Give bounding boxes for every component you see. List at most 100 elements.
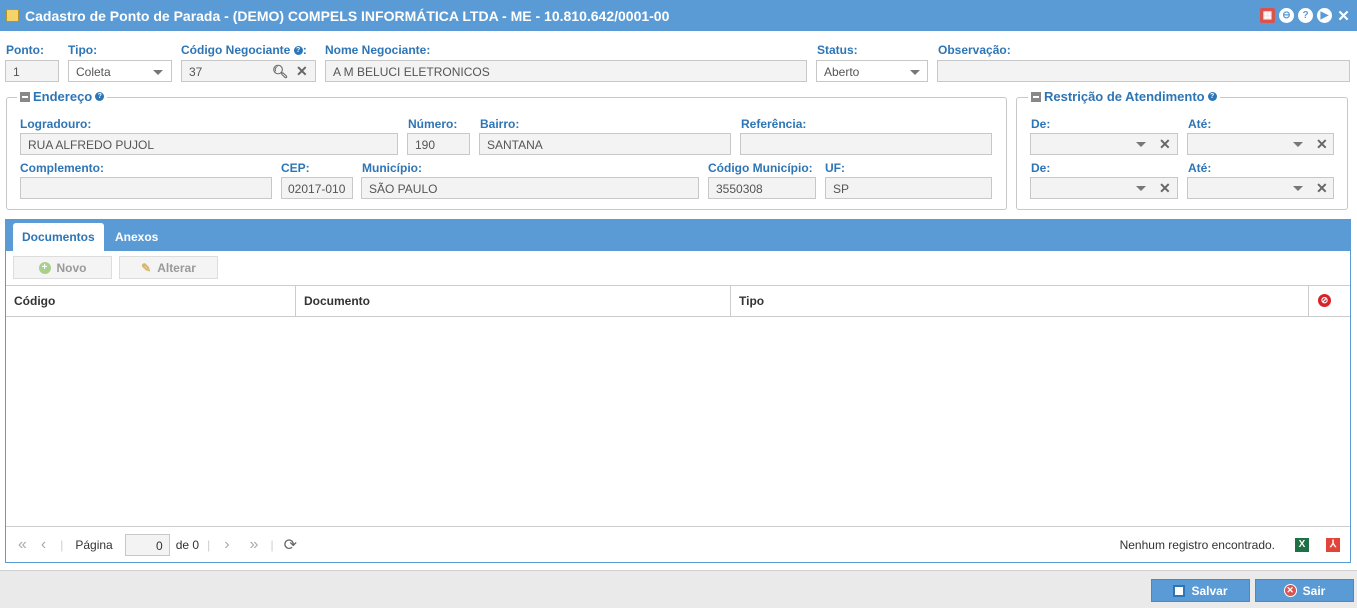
endereco-legend-text: Endereço (33, 89, 93, 104)
chevron-down-icon[interactable] (1293, 186, 1303, 191)
sair-button[interactable]: ✕ Sair (1255, 579, 1354, 602)
status-value: Aberto (824, 65, 860, 79)
ate1-label: Até: (1188, 117, 1212, 131)
ate1-field[interactable] (1187, 133, 1334, 155)
codigo-municipio-label: Código Município: (708, 161, 813, 175)
municipio-label: Município: (362, 161, 422, 175)
exit-icon: ✕ (1283, 584, 1297, 597)
uf-field[interactable]: SP (825, 177, 992, 199)
save-icon (1173, 584, 1186, 597)
codigo-negociante-label: Código Negociante ?: (181, 43, 307, 57)
alterar-label: Alterar (157, 260, 196, 275)
nome-negociante-field[interactable]: A M BELUCI ELETRONICOS (325, 60, 807, 82)
title-bar: Cadastro de Ponto de Parada - (DEMO) COM… (0, 0, 1357, 31)
municipio-field[interactable]: SÃO PAULO (361, 177, 699, 199)
complemento-label: Complemento: (20, 161, 104, 175)
cep-field[interactable]: 02017-010 (281, 177, 353, 199)
edit-icon (6, 9, 19, 22)
column-header-codigo[interactable]: Código (6, 286, 296, 316)
pagina-label: Página (75, 537, 113, 552)
bairro-field[interactable]: SANTANA (479, 133, 731, 155)
status-text: Nenhum registro encontrado. (1119, 537, 1275, 552)
ponto-field[interactable]: 1 (5, 60, 59, 82)
logradouro-field[interactable]: RUA ALFREDO PUJOL (20, 133, 398, 155)
tabs-bar: Documentos Anexos (6, 220, 1350, 251)
chevron-down-icon[interactable] (1136, 142, 1146, 147)
pager: « ‹ | Página 0 de 0 | › » | ⟳ Nenhum reg… (6, 526, 1350, 562)
salvar-label: Salvar (1191, 583, 1228, 598)
help-icon[interactable]: ? (1207, 92, 1217, 101)
excel-icon[interactable]: X (1295, 537, 1309, 552)
status-label: Status: (817, 43, 858, 57)
page-of-text: de 0 (175, 537, 200, 552)
numero-field[interactable]: 190 (407, 133, 470, 155)
page-input[interactable]: 0 (124, 533, 170, 556)
window-title: Cadastro de Ponto de Parada - (DEMO) COM… (25, 7, 670, 24)
help-icon[interactable]: ? (95, 92, 105, 101)
referencia-field[interactable] (740, 133, 992, 155)
footer: Salvar ✕ Sair (0, 570, 1357, 608)
uf-label: UF: (825, 161, 845, 175)
edit-icon: ✎ (141, 260, 152, 275)
collapse-icon[interactable] (1031, 91, 1041, 102)
observacao-label: Observação: (938, 43, 1011, 57)
codigo-municipio-field[interactable]: 3550308 (708, 177, 816, 199)
calendar-icon[interactable]: ▦ (1260, 8, 1275, 23)
refresh-icon[interactable]: ⟳ (284, 535, 297, 555)
clear-icon[interactable]: ✕ (1316, 181, 1328, 195)
close-icon[interactable]: ✕ (1336, 8, 1351, 25)
add-icon: + (38, 261, 51, 274)
restricao-legend-text: Restrição de Atendimento (1044, 89, 1205, 104)
tipo-value: Coleta (76, 65, 111, 79)
observacao-field[interactable] (937, 60, 1350, 82)
bairro-label: Bairro: (480, 117, 520, 131)
separator: | (60, 537, 64, 552)
clear-filter-icon[interactable]: ⊘ (1318, 294, 1331, 307)
clear-icon[interactable]: ✕ (1159, 181, 1171, 195)
column-header-documento[interactable]: Documento (296, 286, 731, 316)
de1-label: De: (1031, 117, 1051, 131)
collapse-icon[interactable] (20, 91, 30, 102)
prev-page-icon[interactable]: ‹ (41, 536, 46, 554)
codigo-negociante-label-text: Código Negociante (181, 43, 291, 57)
next-page-icon[interactable]: › (224, 536, 229, 554)
play-icon[interactable]: ▶ (1317, 8, 1332, 23)
complemento-field[interactable] (20, 177, 272, 199)
nome-negociante-label: Nome Negociante: (325, 43, 431, 57)
chevron-down-icon[interactable] (910, 70, 920, 75)
separator: | (207, 537, 211, 552)
de1-field[interactable] (1030, 133, 1178, 155)
tipo-label: Tipo: (68, 43, 98, 57)
salvar-button[interactable]: Salvar (1151, 579, 1250, 602)
de2-field[interactable] (1030, 177, 1178, 199)
first-page-icon[interactable]: « (18, 536, 27, 554)
pdf-icon[interactable]: ⅄ (1326, 537, 1340, 552)
search-icon[interactable]: 🔍︎ (272, 65, 289, 79)
restricao-legend[interactable]: Restrição de Atendimento ? (1028, 89, 1220, 104)
tab-documentos[interactable]: Documentos (13, 223, 104, 251)
chevron-down-icon[interactable] (153, 70, 163, 75)
last-page-icon[interactable]: » (250, 536, 259, 554)
chevron-down-icon[interactable] (1293, 142, 1303, 147)
window-controls: ▦ ⊖ ? ▶ ✕ (1260, 8, 1351, 25)
separator: | (270, 537, 274, 552)
tabs-panel: Documentos Anexos + Novo ✎ Alterar Códig… (5, 219, 1351, 563)
clear-icon[interactable]: ✕ (1159, 137, 1171, 151)
help-icon[interactable]: ? (1298, 8, 1313, 23)
sair-label: Sair (1302, 583, 1326, 598)
column-header-tipo[interactable]: Tipo (731, 286, 1309, 316)
clear-icon[interactable]: ✕ (1316, 137, 1328, 151)
clear-icon[interactable]: ✕ (296, 64, 308, 78)
ate2-label: Até: (1188, 161, 1212, 175)
ate2-field[interactable] (1187, 177, 1334, 199)
alterar-button[interactable]: ✎ Alterar (119, 256, 218, 279)
tab-anexos[interactable]: Anexos (106, 223, 167, 251)
grid-header: Código Documento Tipo ⊘ (6, 285, 1350, 317)
minimize-icon[interactable]: ⊖ (1279, 8, 1294, 23)
logradouro-label: Logradouro: (20, 117, 92, 131)
novo-button[interactable]: + Novo (13, 256, 112, 279)
ponto-label: Ponto: (6, 43, 44, 57)
endereco-legend[interactable]: Endereço ? (17, 89, 108, 104)
help-icon[interactable]: ? (293, 46, 303, 56)
chevron-down-icon[interactable] (1136, 186, 1146, 191)
